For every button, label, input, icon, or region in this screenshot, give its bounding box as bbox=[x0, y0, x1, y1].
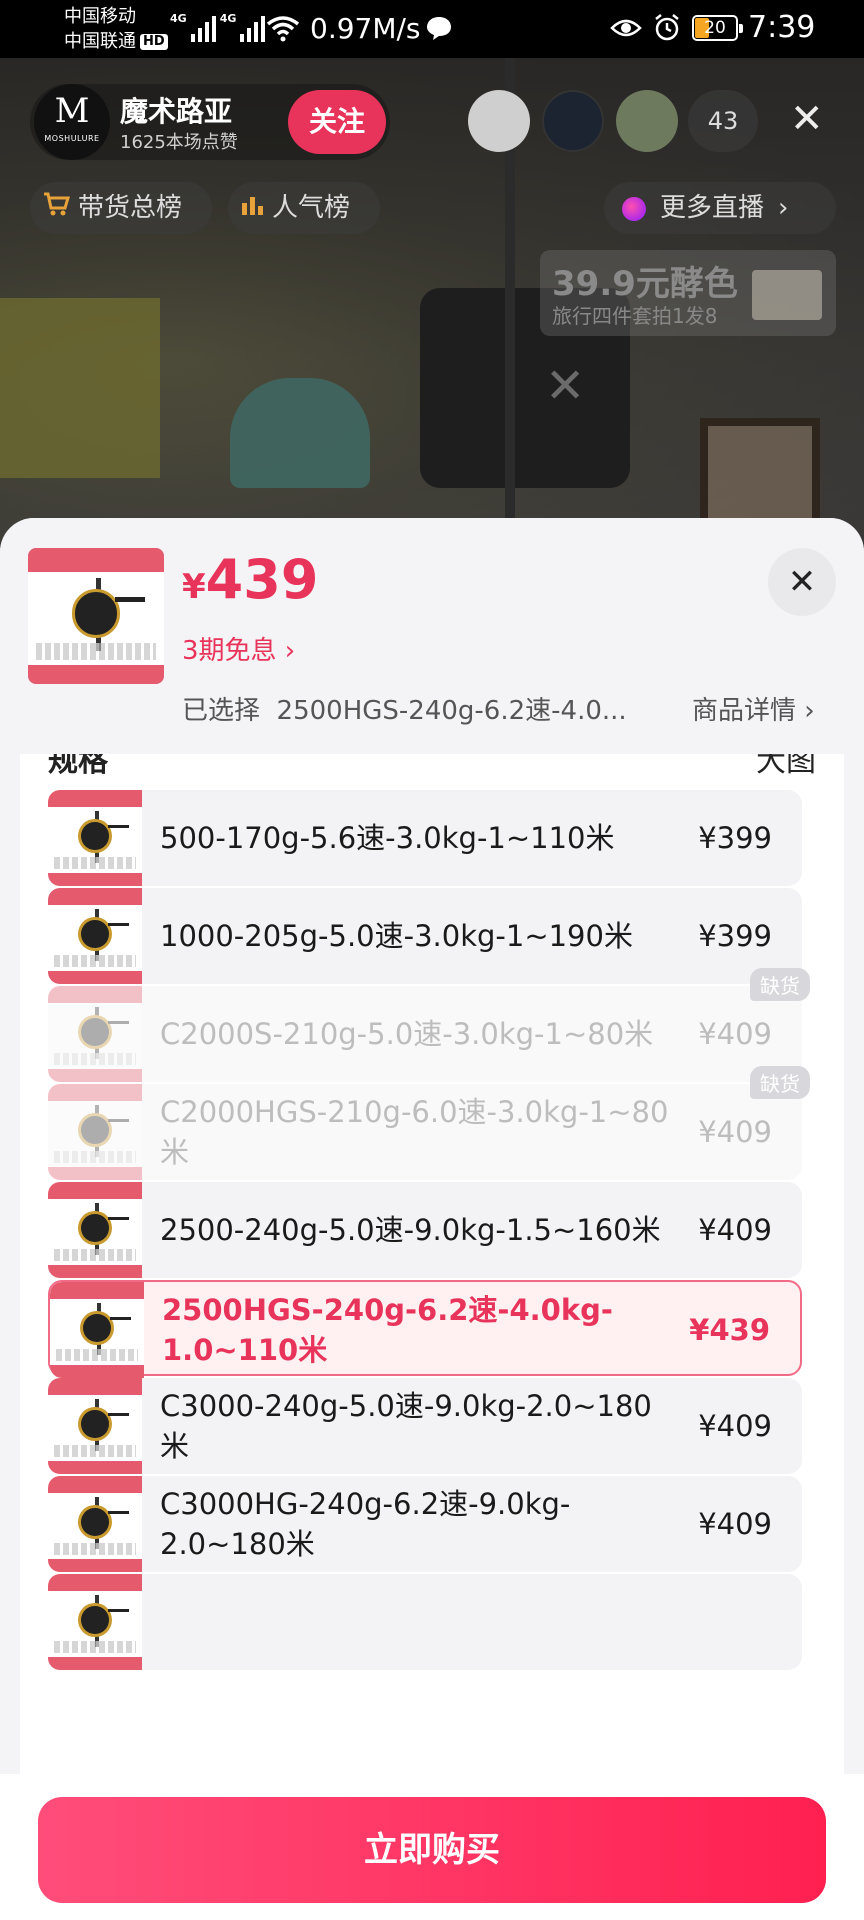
product-price: ¥439 bbox=[182, 548, 319, 611]
sku-list[interactable]: 规格 大图 500-170g-5.6速-3.0kg-1~110米 ¥399 10… bbox=[20, 754, 844, 1844]
buy-now-button[interactable]: 立即购买 bbox=[38, 1797, 826, 1903]
sku-price: ¥409 bbox=[698, 1409, 772, 1443]
large-image-toggle[interactable]: 大图 bbox=[756, 754, 816, 780]
sku-thumbnail bbox=[48, 888, 142, 984]
sku-price: ¥439 bbox=[689, 1313, 770, 1347]
carrier-1: 中国移动 bbox=[64, 6, 136, 27]
promo-subtitle: 旅行四件套拍1发8 bbox=[552, 304, 718, 328]
live-dot-icon bbox=[622, 196, 646, 221]
sku-name: 500-170g-5.6速-3.0kg-1~110米 bbox=[160, 821, 615, 855]
viewer-avatar[interactable] bbox=[468, 90, 530, 152]
sku-thumbnail bbox=[48, 986, 142, 1082]
sku-option[interactable]: C2000S-210g-5.0速-3.0kg-1~80米 ¥409 缺货 bbox=[48, 968, 810, 1082]
product-thumbnail[interactable] bbox=[28, 548, 164, 684]
sku-thumbnail bbox=[48, 1476, 142, 1572]
sku-name: 2500HGS-240g-6.2速-4.0kg-1.0~110米 bbox=[162, 1293, 613, 1367]
alarm-icon bbox=[652, 13, 682, 47]
sku-option[interactable]: 500-170g-5.6速-3.0kg-1~110米 ¥399 bbox=[48, 790, 802, 886]
sku-price: ¥399 bbox=[698, 821, 772, 855]
sku-thumbnail bbox=[48, 790, 142, 886]
sku-selector-sheet: ¥439 3期免息 › 已选择 2500HGS-240g-6.2速-4.0...… bbox=[0, 518, 864, 1920]
popularity-rank-button[interactable]: 人气榜 bbox=[228, 182, 380, 234]
sku-option[interactable]: 1000-205g-5.0速-3.0kg-1~190米 ¥399 bbox=[48, 888, 802, 984]
sku-price: ¥409 bbox=[698, 1507, 772, 1541]
promo-title: 39.9元酵色 bbox=[552, 264, 738, 304]
sku-price: ¥409 bbox=[698, 1213, 772, 1247]
viewer-count[interactable]: 43 bbox=[688, 90, 758, 152]
sku-option[interactable]: C3000-240g-5.0速-9.0kg-2.0~180米 ¥409 bbox=[48, 1378, 802, 1474]
clock: 7:39 bbox=[748, 10, 816, 45]
promo-image bbox=[752, 270, 822, 320]
message-icon bbox=[425, 15, 453, 45]
sku-option[interactable]: C3000HG-240g-6.2速-9.0kg-2.0~180米 ¥409 bbox=[48, 1476, 802, 1572]
sku-name: C3000HG-240g-6.2速-9.0kg-2.0~180米 bbox=[160, 1487, 571, 1561]
status-bar: 中国移动 中国联通 HD 4G 4G 0.97M/s 20 7:39 bbox=[0, 0, 864, 58]
sku-option-partial[interactable] bbox=[48, 1574, 802, 1670]
battery-icon: 20 bbox=[692, 15, 743, 41]
sku-option[interactable]: 2500-240g-5.0速-9.0kg-1.5~160米 ¥409 bbox=[48, 1182, 802, 1278]
chevron-right-icon: › bbox=[778, 193, 789, 223]
bar-chart-icon bbox=[240, 183, 264, 235]
out-of-stock-badge: 缺货 bbox=[750, 1066, 810, 1099]
anchor-name: 魔术路亚 bbox=[120, 95, 233, 128]
sales-rank-button[interactable]: 带货总榜 bbox=[30, 182, 212, 234]
sku-thumbnail bbox=[48, 1574, 142, 1670]
sku-name: C2000HGS-210g-6.0速-3.0kg-1~80米 bbox=[160, 1095, 669, 1169]
sku-name: 1000-205g-5.0速-3.0kg-1~190米 bbox=[160, 919, 633, 953]
wifi-icon bbox=[266, 14, 300, 46]
cart-icon bbox=[42, 183, 71, 235]
sheet-header: ¥439 3期免息 › 已选择 2500HGS-240g-6.2速-4.0...… bbox=[0, 518, 864, 754]
chevron-right-icon: › bbox=[276, 636, 296, 666]
sku-option-selected[interactable]: 2500HGS-240g-6.2速-4.0kg-1.0~110米 ¥439 bbox=[48, 1280, 802, 1378]
sku-name: C3000-240g-5.0速-9.0kg-2.0~180米 bbox=[160, 1389, 652, 1463]
promo-banner[interactable]: 39.9元酵色 旅行四件套拍1发8 bbox=[540, 250, 836, 336]
installment-link[interactable]: 3期免息 › bbox=[182, 630, 295, 667]
close-icon[interactable]: ✕ bbox=[790, 94, 824, 144]
close-icon[interactable]: ✕ bbox=[768, 548, 836, 616]
follow-button[interactable]: 关注 bbox=[288, 90, 386, 154]
hd-badge: HD bbox=[140, 34, 168, 50]
sku-thumbnail bbox=[50, 1282, 144, 1378]
sku-thumbnail bbox=[48, 1084, 142, 1180]
sku-thumbnail bbox=[48, 1378, 142, 1474]
sku-option[interactable]: C2000HGS-210g-6.0速-3.0kg-1~80米 ¥409 缺货 bbox=[48, 1066, 810, 1180]
chevron-right-icon: › bbox=[796, 696, 815, 726]
carrier-2: 中国联通 bbox=[64, 31, 136, 52]
network-speed: 0.97M/s bbox=[310, 12, 421, 45]
sku-name: C2000S-210g-5.0速-3.0kg-1~80米 bbox=[160, 1017, 654, 1051]
selected-spec: 已选择 2500HGS-240g-6.2速-4.0... bbox=[182, 696, 627, 726]
eye-icon bbox=[610, 16, 642, 44]
anchor-likes: 1625本场点赞 bbox=[120, 132, 238, 153]
viewer-avatar[interactable] bbox=[542, 90, 604, 152]
sku-name: 2500-240g-5.0速-9.0kg-1.5~160米 bbox=[160, 1213, 661, 1247]
viewer-avatar[interactable] bbox=[616, 90, 678, 152]
section-title: 规格 bbox=[48, 754, 108, 779]
more-live-button[interactable]: 更多直播 › bbox=[604, 182, 836, 234]
out-of-stock-badge: 缺货 bbox=[750, 968, 810, 1001]
signal-icon: 4G 4G bbox=[170, 12, 266, 42]
carrier-info: 中国移动 中国联通 HD bbox=[64, 4, 168, 54]
product-detail-link[interactable]: 商品详情 › bbox=[692, 690, 815, 727]
sku-thumbnail bbox=[48, 1182, 142, 1278]
anchor-avatar[interactable]: M MOSHULURE bbox=[34, 84, 110, 160]
